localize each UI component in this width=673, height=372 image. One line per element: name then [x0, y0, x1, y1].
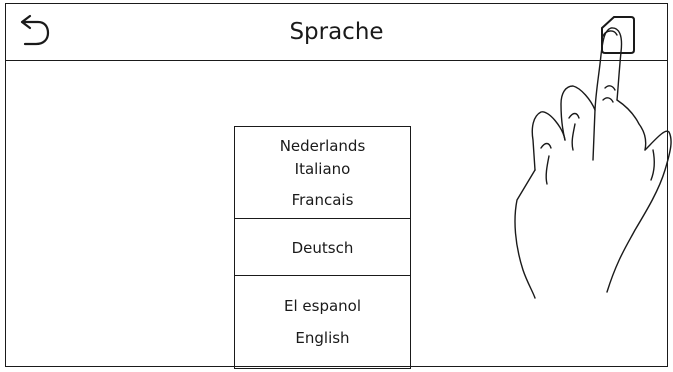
language-option[interactable]: Nederlands: [235, 137, 410, 155]
picker-upper-section: Nederlands Italiano Francais: [235, 127, 410, 219]
picker-selected-section: Deutsch: [235, 219, 410, 276]
tapping-hand-icon: [514, 27, 672, 299]
picker-lower-section: El espanol English: [235, 276, 410, 368]
language-option[interactable]: El espanol: [235, 297, 410, 315]
language-option-selected[interactable]: Deutsch: [235, 239, 410, 257]
language-picker[interactable]: Nederlands Italiano Francais Deutsch El …: [234, 126, 411, 369]
language-option[interactable]: Italiano: [235, 160, 410, 178]
language-option[interactable]: English: [235, 329, 410, 347]
language-option[interactable]: Francais: [235, 191, 410, 209]
